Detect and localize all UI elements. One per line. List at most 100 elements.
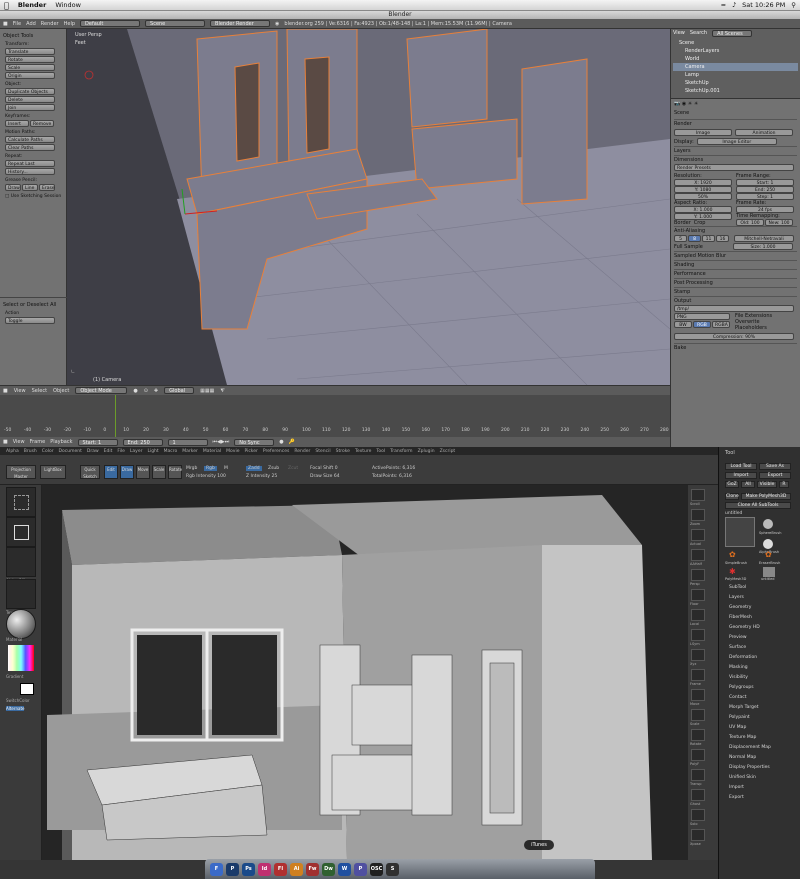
output-panel-header[interactable]: Output [674,296,797,305]
zbrush-menu-edit[interactable]: Edit [104,449,113,454]
anti-aliasing-panel-header[interactable]: Anti-Aliasing [674,226,797,235]
current-tool-thumb[interactable] [725,517,755,547]
res-x-field[interactable]: X: 1920 [674,179,732,186]
layers-panel-header[interactable]: Layers [674,146,797,155]
insert-key-button[interactable]: Insert [5,120,29,127]
zbrush-menu-draw[interactable]: Draw [87,449,99,454]
motion-blur-panel-header[interactable]: Sampled Motion Blur [674,251,797,260]
tool-subpalette-polypaint[interactable]: Polypaint [729,715,750,720]
dock-app-icon[interactable]: Fl [274,862,287,876]
rgb-button[interactable]: RGB [693,321,711,328]
tool-palette-title[interactable]: Tool [725,450,735,456]
outliner-item-renderlayers[interactable]: RenderLayers [673,47,798,55]
history-button[interactable]: History... [5,168,55,175]
tool-subpalette-visibility[interactable]: Visibility [729,675,748,680]
shelf-transp-button[interactable] [691,769,705,781]
simple-brush-icon[interactable]: ✿ [729,550,739,560]
draw-button[interactable]: Draw [120,465,134,479]
alpha-brush-icon[interactable] [763,539,773,549]
apple-icon[interactable]:  [4,1,9,10]
render-image-button[interactable]: Image [674,129,732,136]
material-sphere-icon[interactable] [6,609,36,639]
remap-new-field[interactable]: New: 100 [765,219,793,226]
zbrush-document-canvas[interactable] [42,485,688,860]
color-picker[interactable] [8,645,34,671]
clear-paths-button[interactable]: Clear Paths [5,144,55,151]
rgba-button[interactable]: RGBA [712,321,730,328]
volume-icon[interactable]: ♪ [732,1,736,9]
dock-app-icon[interactable]: OSC [370,862,383,876]
aa-5-button[interactable]: 5 [674,235,687,242]
tool-subpalette-polygroups[interactable]: Polygroups [729,685,754,690]
dock-app-icon[interactable]: F [210,862,223,876]
bw-button[interactable]: BW [674,321,692,328]
make-polymesh3d-button[interactable]: Make PolyMesh3D [741,493,791,500]
aa-11-button[interactable]: 11 [702,235,715,242]
menu-add[interactable]: Add [26,21,36,27]
sketch-checkbox[interactable]: □ Use Sketching Session [5,194,63,199]
alpha-button[interactable] [6,547,36,577]
rgb-intensity-slider[interactable]: Rgb Intensity 100 [186,474,226,479]
shading-icon[interactable]: ● [133,388,137,394]
shelf-actual-button[interactable] [691,529,705,541]
edit-button[interactable]: Edit [104,465,118,479]
compression-slider[interactable]: Compression: 90% [674,333,794,340]
aa-16-button[interactable]: 16 [716,235,729,242]
menu-search[interactable]: Search [690,30,707,37]
res-percent-field[interactable]: 50% [674,193,732,200]
dimensions-panel-header[interactable]: Dimensions [674,155,797,164]
start-field[interactable]: Start: 1 [77,438,118,446]
menu-view[interactable]: View [673,30,685,37]
shelf-lsym-button[interactable] [691,629,705,641]
line-button[interactable]: Line [22,184,38,191]
origin-button[interactable]: Origin [5,72,55,79]
remove-key-button[interactable]: Remove [30,120,54,127]
zbrush-menu-preferences[interactable]: Preferences [263,449,289,454]
texture-button[interactable] [6,579,36,609]
tool-subpalette-texture-map[interactable]: Texture Map [729,735,756,740]
outliner-item-world[interactable]: World [673,55,798,63]
clone-all-subtools-button[interactable]: Clone All SubTools [725,502,791,509]
menu-select[interactable]: Select [32,388,47,394]
border-checkbox[interactable]: Border [674,220,691,226]
mrgb-toggle[interactable]: Mrgb [186,466,197,471]
full-sample-checkbox[interactable]: Full Sample [674,244,729,250]
clone-button[interactable]: Clone [725,493,739,500]
operator-title[interactable]: Select or Deselect All [3,302,64,308]
shelf-scroll-button[interactable] [691,489,705,501]
polymesh3d-icon[interactable]: ✱ [729,567,739,577]
visible-button[interactable]: Visible [757,481,777,488]
timeline[interactable]: -50 -40 -30 -20 -10 0 10 20 30 40 50 60 70 80 90 100 110… [0,395,670,437]
shelf-polyf-button[interactable] [691,749,705,761]
shading-panel-header[interactable]: Shading [674,260,797,269]
zbrush-menu-picker[interactable]: Picker [244,449,257,454]
stamp-panel-header[interactable]: Stamp [674,287,797,296]
sphere-brush-icon[interactable] [763,519,773,529]
switch-color-label[interactable]: SwitchColor [6,698,30,703]
eraser-brush-icon[interactable]: ✿ [765,550,775,560]
shelf-solo-button[interactable] [691,809,705,821]
save-as-button[interactable]: Save As [759,463,791,470]
scale-button[interactable]: Scale [152,465,166,479]
display-select[interactable]: Image Editor [696,138,777,145]
tool-subpalette-morph-target[interactable]: Morph Target [729,705,759,710]
aspect-x-field[interactable]: X: 1.000 [674,206,732,213]
mode-select[interactable]: Object Mode [75,387,128,394]
shelf-persp-button[interactable] [691,569,705,581]
spotlight-icon[interactable]: ⚲ [791,1,796,9]
app-menu[interactable]: Blender [18,1,47,9]
menu-help[interactable]: Help [64,21,75,27]
shelf-aahalf-button[interactable] [691,549,705,561]
dock-app-icon[interactable]: W [338,862,351,876]
zbrush-menu-stencil[interactable]: Stencil [315,449,330,454]
render-panel-header[interactable]: Render [674,119,797,128]
scale-button[interactable]: Scale [5,64,55,71]
export-button[interactable]: Export [759,472,791,479]
clock[interactable]: Sat 10:26 PM [742,1,785,9]
end-field[interactable]: End: 250 [122,438,163,446]
editor-type-icon[interactable]: ■ [3,388,8,394]
join-button[interactable]: Join [5,104,55,111]
remap-old-field[interactable]: Old: 100 [736,219,764,226]
orientation-select[interactable]: Global [164,387,195,394]
dock-app-icon[interactable]: Dw [322,862,335,876]
